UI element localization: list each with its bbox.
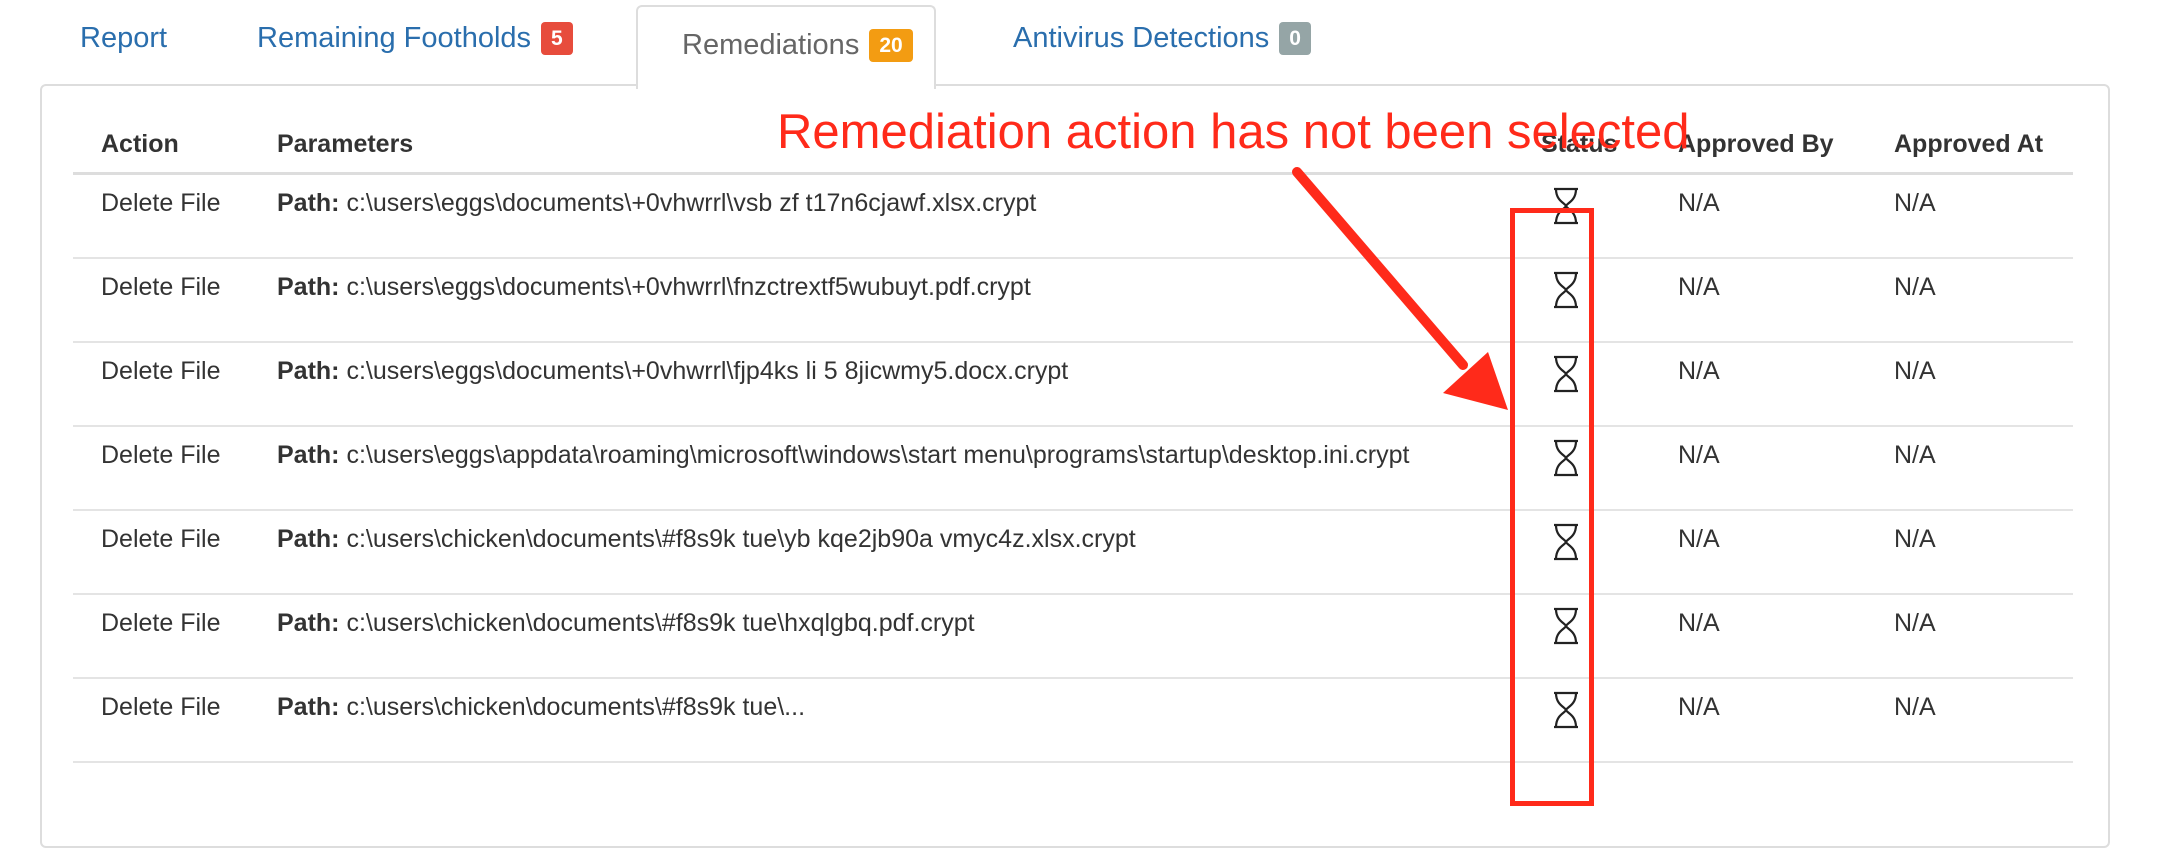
annotation-arrow-icon [1292,167,1508,410]
